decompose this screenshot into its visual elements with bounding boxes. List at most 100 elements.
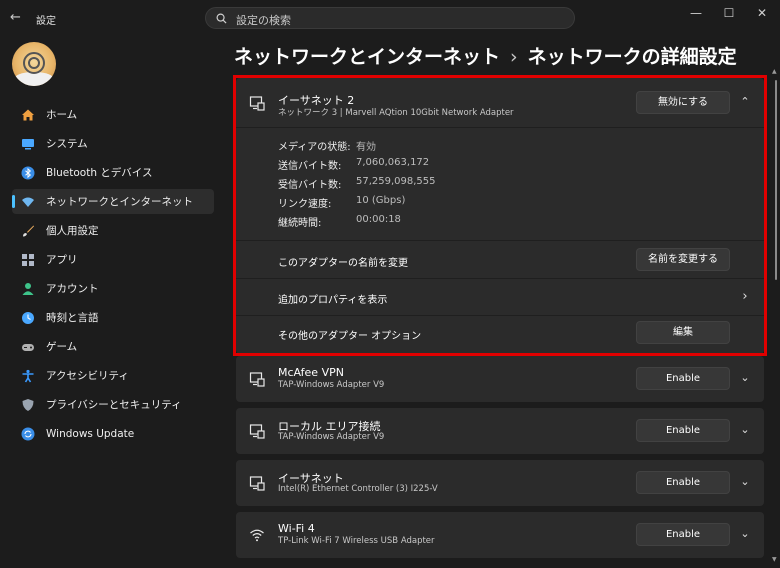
sidebar-item[interactable]: 個人用設定 [12, 218, 214, 243]
bluetooth-icon [20, 165, 36, 181]
property-value: 7,060,063,172 [356, 157, 430, 168]
adapter-description: TP-Link Wi-Fi 7 Wireless USB Adapter [278, 536, 435, 546]
disable-button[interactable]: 無効にする [636, 91, 730, 114]
adapter-card[interactable]: McAfee VPN TAP-Windows Adapter V9 Enable… [236, 356, 764, 402]
search-placeholder: 設定の検索 [236, 14, 291, 27]
property-value: 有効 [356, 142, 376, 153]
update-icon [20, 426, 36, 442]
chevron-right-icon[interactable]: › [738, 290, 752, 304]
scroll-up-arrow-icon[interactable]: ▲ [772, 68, 777, 75]
sidebar-item[interactable]: アクセシビリティ [12, 363, 214, 388]
chevron-down-icon[interactable]: ⌄ [738, 475, 752, 489]
scrollbar-thumb[interactable] [775, 80, 777, 280]
sidebar-item[interactable]: Bluetooth とデバイス [12, 160, 214, 185]
sidebar-item-label: システム [46, 138, 88, 150]
rename-button[interactable]: 名前を変更する [636, 248, 730, 271]
adapter-name: McAfee VPN [278, 366, 344, 379]
sidebar-item-label: 個人用設定 [46, 225, 99, 237]
chevron-down-icon[interactable]: ⌄ [738, 423, 752, 437]
sidebar-item-label: 時刻と言語 [46, 312, 99, 324]
brush-icon [20, 223, 36, 239]
property-value: 00:00:18 [356, 214, 401, 225]
breadcrumb-separator: › [510, 46, 518, 68]
sidebar-item-label: ホーム [46, 109, 78, 121]
sidebar-item-label: アプリ [46, 254, 78, 266]
person-icon [20, 281, 36, 297]
divider [236, 315, 764, 316]
adapter-description: Intel(R) Ethernet Controller (3) I225-V [278, 484, 438, 494]
gamepad-icon [20, 339, 36, 355]
adapter-card[interactable]: ローカル エリア接続 TAP-Windows Adapter V9 Enable… [236, 408, 764, 454]
sidebar-item-label: ゲーム [46, 341, 78, 353]
sidebar-item[interactable]: システム [12, 131, 214, 156]
sidebar-item[interactable]: アプリ [12, 247, 214, 272]
avatar-face [14, 72, 54, 86]
sidebar-item[interactable]: アカウント [12, 276, 214, 301]
enable-button[interactable]: Enable [636, 419, 730, 442]
adapter-card-header[interactable]: イーサネット 2 ネットワーク 3 | Marvell AQtion 10Gbi… [236, 78, 764, 128]
accessibility-icon [20, 368, 36, 384]
ethernet-icon [249, 96, 265, 111]
wifi-icon [250, 529, 264, 542]
chevron-up-icon[interactable]: ⌃ [738, 95, 752, 109]
home-icon [20, 107, 36, 123]
sidebar-item-label: Windows Update [46, 427, 135, 440]
divider [236, 240, 764, 241]
sidebar-nav: ホームシステム Bluetooth とデバイスネットワークとインターネット 個人用設… [12, 102, 214, 450]
minimize-button[interactable]: — [688, 6, 704, 20]
property-key: メディアの状態: [278, 142, 351, 153]
globe-clock-icon [20, 310, 36, 326]
page-title: ネットワークの詳細設定 [527, 46, 737, 68]
ethernet-icon [249, 372, 265, 387]
apps-icon [20, 252, 36, 268]
divider [236, 278, 764, 279]
back-arrow-icon[interactable]: ← [10, 10, 26, 26]
sidebar-item-label: Bluetooth とデバイス [46, 167, 153, 179]
sidebar-item[interactable]: ゲーム [12, 334, 214, 359]
edit-button[interactable]: 編集 [636, 321, 730, 344]
property-key: 受信バイト数: [278, 180, 342, 191]
sidebar-item[interactable]: ネットワークとインターネット [12, 189, 214, 214]
scroll-down-arrow-icon[interactable]: ▼ [772, 556, 777, 563]
adapter-description: TAP-Windows Adapter V9 [278, 432, 385, 442]
search-icon [216, 13, 227, 24]
other-options-label: その他のアダプター オプション [278, 331, 422, 342]
maximize-button[interactable]: ☐ [721, 6, 737, 20]
adapter-name: Wi-Fi 4 [278, 522, 315, 535]
adapter-card[interactable]: イーサネット Intel(R) Ethernet Controller (3) … [236, 460, 764, 506]
more-properties-label[interactable]: 追加のプロパティを表示 [278, 291, 387, 306]
sidebar-item[interactable]: Windows Update [12, 421, 214, 446]
property-value: 57,259,098,555 [356, 176, 436, 187]
property-value: 10 (Gbps) [356, 195, 406, 206]
property-key: 送信バイト数: [278, 161, 342, 172]
sidebar-item-label: アカウント [46, 283, 99, 295]
sidebar-item[interactable]: ホーム [12, 102, 214, 127]
ethernet-icon [249, 476, 265, 491]
breadcrumb: ネットワークとインターネット › ネットワークの詳細設定 [234, 42, 737, 69]
wifi-icon [20, 194, 36, 210]
chevron-down-icon[interactable]: ⌄ [738, 371, 752, 385]
ethernet-icon [249, 424, 265, 439]
property-key: 継続時間: [278, 218, 322, 229]
search-box[interactable]: 設定の検索 [205, 7, 575, 29]
adapter-card-expanded: イーサネット 2 ネットワーク 3 | Marvell AQtion 10Gbi… [236, 78, 764, 354]
rename-label: このアダプターの名前を変更 [278, 258, 408, 269]
enable-button[interactable]: Enable [636, 523, 730, 546]
close-button[interactable]: ✕ [754, 6, 770, 20]
adapter-card[interactable]: Wi-Fi 4 TP-Link Wi-Fi 7 Wireless USB Ada… [236, 512, 764, 558]
adapter-description: ネットワーク 3 | Marvell AQtion 10Gbit Network… [278, 108, 514, 118]
sidebar-item-label: アクセシビリティ [46, 370, 129, 382]
property-key: リンク速度: [278, 199, 332, 210]
avatar[interactable] [12, 42, 56, 86]
avatar-swirl-inner [28, 57, 40, 69]
sidebar-item[interactable]: 時刻と言語 [12, 305, 214, 330]
sidebar-item-label: プライバシーとセキュリティ [46, 399, 182, 411]
sidebar-item-label: ネットワークとインターネット [46, 196, 193, 208]
adapter-description: TAP-Windows Adapter V9 [278, 380, 385, 390]
display-icon [20, 136, 36, 152]
chevron-down-icon[interactable]: ⌄ [738, 527, 752, 541]
sidebar-item[interactable]: プライバシーとセキュリティ [12, 392, 214, 417]
enable-button[interactable]: Enable [636, 367, 730, 390]
enable-button[interactable]: Enable [636, 471, 730, 494]
breadcrumb-parent[interactable]: ネットワークとインターネット [234, 46, 500, 68]
